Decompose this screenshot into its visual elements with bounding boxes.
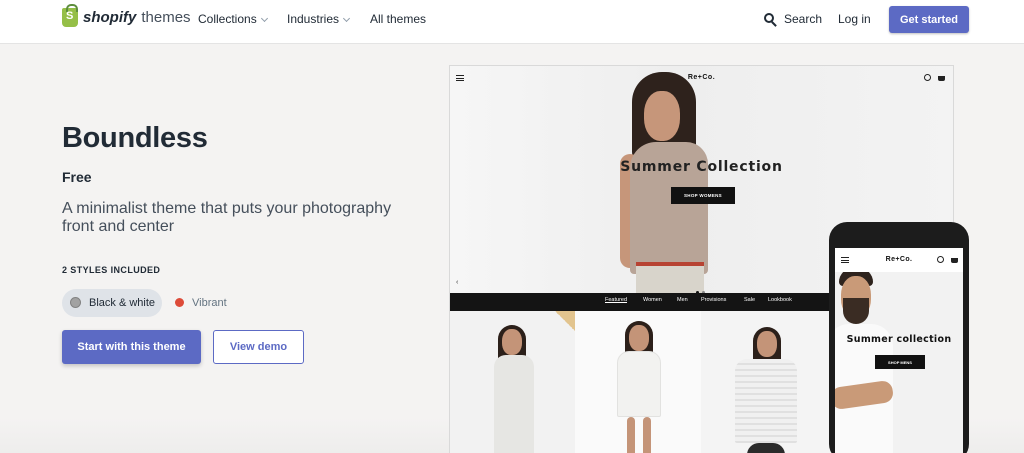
menu-item[interactable]: Provisions <box>701 297 726 303</box>
nav-industries-label: Industries <box>287 12 340 26</box>
sale-ribbon <box>555 311 575 331</box>
hero-title: Summer Collection <box>620 159 783 175</box>
search-link[interactable]: Search <box>784 12 822 26</box>
shopify-themes-logo[interactable]: shopify themes <box>62 4 191 27</box>
menu-item[interactable]: Women <box>643 297 662 303</box>
view-demo-button[interactable]: View demo <box>213 330 304 364</box>
product-tile[interactable] <box>701 311 831 453</box>
product-tile[interactable] <box>575 311 701 453</box>
preview-brand: Re+Co. <box>687 74 716 81</box>
style-option-black-white[interactable]: Black & white <box>62 289 162 317</box>
nav-industries[interactable]: Industries <box>287 12 351 26</box>
product-model-skirt <box>747 443 785 453</box>
style-swatch-icon <box>175 298 184 307</box>
start-with-theme-button[interactable]: Start with this theme <box>62 330 201 364</box>
man-beard <box>843 298 869 324</box>
style-option-label: Black & white <box>89 297 156 309</box>
product-model-outfit <box>494 355 534 453</box>
chevron-left-icon[interactable]: ‹ <box>456 279 458 286</box>
mobile-preview: Re+Co. Summer collection SHOP MENS <box>829 222 969 453</box>
shop-mens-button[interactable]: SHOP MENS <box>875 355 925 369</box>
model-pants <box>636 262 704 293</box>
theme-price: Free <box>62 169 92 185</box>
theme-title: Boundless <box>62 122 208 154</box>
menu-item[interactable]: Sale <box>744 297 755 303</box>
product-model-outfit <box>617 351 661 417</box>
cart-icon[interactable] <box>951 258 958 263</box>
login-link[interactable]: Log in <box>838 12 871 26</box>
nav-all-themes[interactable]: All themes <box>370 12 426 26</box>
menu-item[interactable]: Featured <box>605 297 627 303</box>
logo-subtitle: themes <box>141 9 191 26</box>
styles-included-label: 2 STYLES INCLUDED <box>62 265 161 275</box>
chevron-down-icon <box>260 14 268 23</box>
product-model-face <box>629 325 649 351</box>
top-navigation: shopify themes Collections Industries Al… <box>0 0 1024 44</box>
search-icon[interactable] <box>924 74 931 81</box>
product-model-outfit <box>735 359 797 443</box>
product-model-legs <box>627 417 635 453</box>
product-tile[interactable] <box>450 311 575 453</box>
product-model-face <box>502 329 522 355</box>
mobile-hero-title: Summer collection <box>846 334 952 345</box>
style-option-vibrant[interactable]: Vibrant <box>172 289 242 317</box>
product-model-face <box>757 331 777 357</box>
nav-collections[interactable]: Collections <box>198 12 268 26</box>
chevron-down-icon <box>342 14 351 23</box>
slide-indicator[interactable] <box>893 446 905 453</box>
model-belt <box>636 262 704 266</box>
mobile-header: Re+Co. <box>835 248 963 272</box>
model-face <box>644 91 680 141</box>
shopify-bag-icon <box>62 4 78 27</box>
cart-icon[interactable] <box>938 76 945 81</box>
product-model-legs <box>643 417 651 453</box>
logo-wordmark: shopify <box>83 9 137 26</box>
search-icon[interactable] <box>937 256 944 263</box>
shop-womens-button[interactable]: SHOP WOMENS <box>671 187 735 204</box>
style-swatch-icon <box>70 297 81 308</box>
mobile-screen: Re+Co. Summer collection SHOP MENS <box>835 248 963 453</box>
search-icon[interactable] <box>764 13 777 27</box>
theme-description: A minimalist theme that puts your photog… <box>62 200 392 235</box>
slide-indicator[interactable] <box>696 281 710 294</box>
nav-collections-label: Collections <box>198 12 257 26</box>
get-started-button[interactable]: Get started <box>889 6 969 33</box>
style-option-label: Vibrant <box>192 297 227 309</box>
menu-item[interactable]: Lookbook <box>768 297 792 303</box>
menu-item[interactable]: Men <box>677 297 688 303</box>
